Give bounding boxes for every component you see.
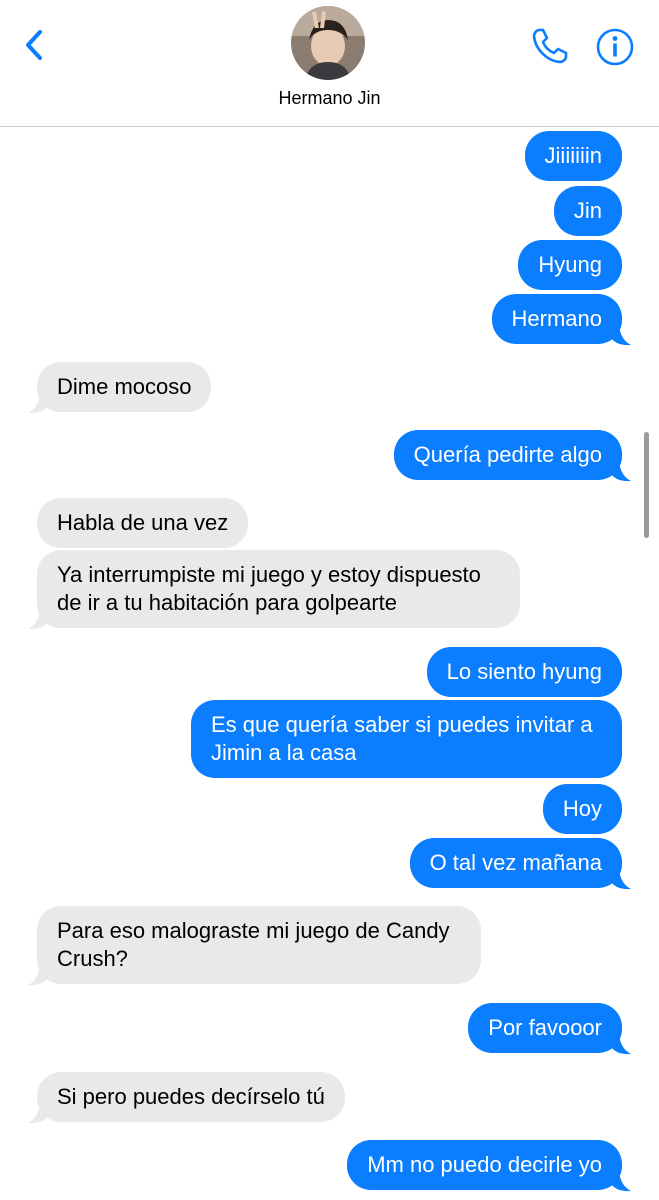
bubble-tail-received <box>28 1104 48 1124</box>
message-list[interactable]: Jiiiiiiin Jin Hyung Hermano Dime mocoso … <box>0 126 659 1200</box>
bubble-tail-sent <box>611 1035 631 1055</box>
bubble-tail-sent <box>611 1172 631 1192</box>
message-bubble-sent[interactable]: Quería pedirte algo <box>393 430 622 480</box>
info-icon <box>596 28 634 66</box>
message-bubble-sent[interactable]: Mm no puedo decirle yo <box>347 1140 622 1190</box>
call-button[interactable] <box>528 24 574 68</box>
info-button[interactable] <box>592 24 638 70</box>
back-button[interactable] <box>18 24 54 68</box>
message-bubble-received[interactable]: Habla de una vez <box>37 498 249 548</box>
message-bubble-sent[interactable]: Lo siento hyung <box>426 647 622 697</box>
message-bubble-sent[interactable]: O tal vez mañana <box>409 838 622 888</box>
message-bubble-sent[interactable]: Hoy <box>542 784 622 834</box>
bubble-tail-sent <box>611 462 631 482</box>
chevron-left-icon <box>26 30 42 60</box>
conversation-header: Hermano Jin <box>0 0 659 127</box>
contact-avatar[interactable] <box>291 6 365 80</box>
message-bubble-sent[interactable]: Hyung <box>518 240 622 290</box>
message-bubble-received[interactable]: Si pero puedes decírselo tú <box>37 1072 345 1122</box>
message-bubble-sent[interactable]: Es que quería saber si puedes invitar a … <box>191 700 622 778</box>
message-bubble-sent[interactable]: Jin <box>553 186 622 236</box>
bubble-tail-sent <box>611 326 631 346</box>
bubble-tail-received <box>28 394 48 414</box>
message-bubble-received[interactable]: Dime mocoso <box>37 362 212 412</box>
scrollbar[interactable] <box>644 432 649 538</box>
message-bubble-received[interactable]: Para eso malograste mi juego de Candy Cr… <box>37 906 481 984</box>
message-bubble-sent[interactable]: Jiiiiiiin <box>524 131 622 181</box>
message-bubble-sent[interactable]: Hermano <box>491 294 622 344</box>
phone-icon <box>532 28 568 64</box>
bubble-tail-received <box>28 966 48 986</box>
contact-name[interactable]: Hermano Jin <box>0 88 659 109</box>
message-bubble-sent[interactable]: Por favooor <box>468 1003 622 1053</box>
avatar-photo <box>291 6 365 80</box>
message-bubble-received[interactable]: Ya interrumpiste mi juego y estoy dispue… <box>37 550 520 628</box>
bubble-tail-sent <box>611 870 631 890</box>
bubble-tail-received <box>28 610 48 630</box>
